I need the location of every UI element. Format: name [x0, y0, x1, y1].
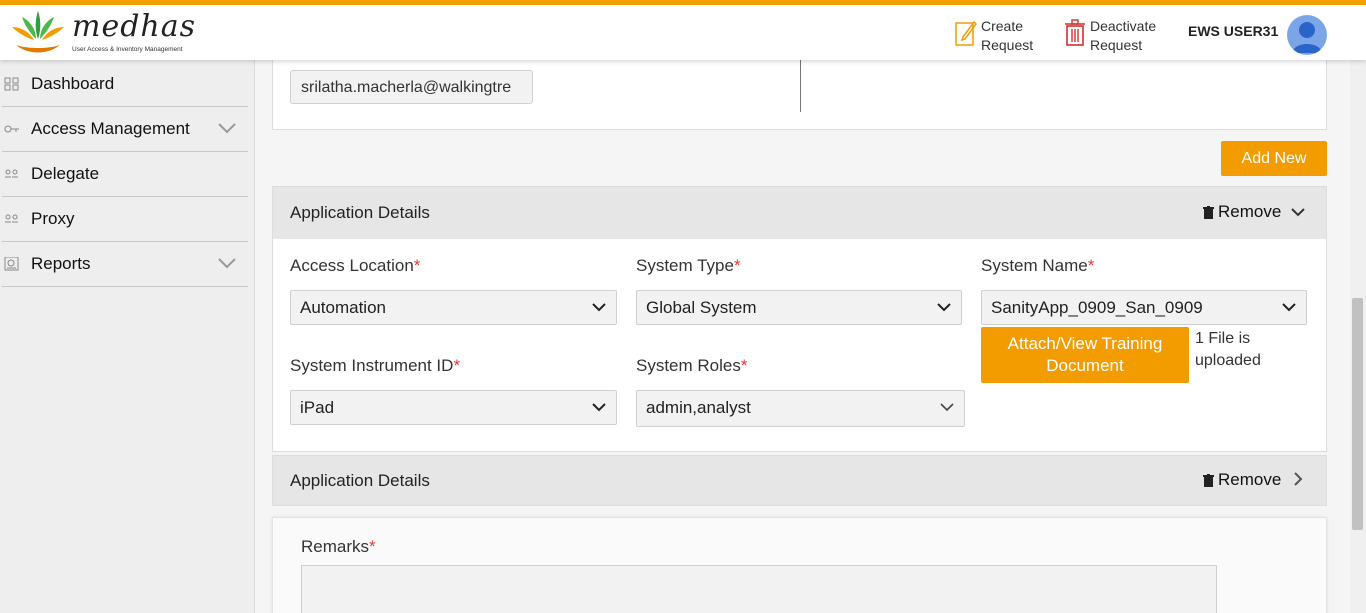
- remarks-textarea[interactable]: [301, 565, 1217, 613]
- key-icon: [4, 125, 19, 133]
- sidebar-item-access-management[interactable]: Access Management: [2, 107, 248, 152]
- trash-icon: [1203, 473, 1214, 487]
- label-text: System Name: [981, 256, 1088, 275]
- avatar[interactable]: [1287, 15, 1327, 55]
- divider: [800, 60, 801, 112]
- app-header: medhas User Access & Inventory Managemen…: [0, 5, 1366, 60]
- panel-header[interactable]: Application Details Remove: [273, 456, 1326, 505]
- required-mark: *: [740, 356, 748, 375]
- deactivate-request-label: Deactivate Request: [1090, 18, 1157, 53]
- email-field[interactable]: srilatha.macherla@walkingtre: [290, 70, 533, 104]
- sidebar-item-label: Dashboard: [31, 74, 115, 93]
- main-content: srilatha.macherla@walkingtre Add New App…: [256, 60, 1350, 613]
- trash-icon: [1065, 19, 1085, 46]
- remove-button[interactable]: Remove: [1203, 202, 1281, 222]
- chevron-down-icon: [1282, 303, 1296, 312]
- panel-title: Application Details: [290, 470, 430, 490]
- label-text: System Roles: [636, 356, 741, 375]
- sidebar: Dashboard Access Management Delegate Pro…: [0, 60, 255, 613]
- requester-card: srilatha.macherla@walkingtre: [272, 60, 1327, 130]
- chevron-down-icon: [937, 303, 951, 312]
- chevron-down-icon: [592, 403, 606, 412]
- remove-button[interactable]: Remove: [1203, 470, 1281, 490]
- deactivate-request-button[interactable]: Deactivate Request: [1064, 17, 1170, 55]
- sidebar-item-dashboard[interactable]: Dashboard: [2, 62, 248, 107]
- select-value: Automation: [300, 298, 386, 317]
- chevron-right-icon[interactable]: [1290, 471, 1306, 487]
- select-value: admin,analyst: [646, 398, 751, 417]
- sidebar-item-label: Delegate: [31, 164, 100, 183]
- create-request-label: Create Request: [981, 18, 1034, 53]
- label-text: System Instrument ID: [290, 356, 454, 375]
- medhas-logo[interactable]: medhas User Access & Inventory Managemen…: [10, 7, 195, 59]
- user-name[interactable]: EWS USER31: [1188, 23, 1278, 39]
- chevron-down-icon: [218, 258, 236, 269]
- sidebar-item-label: Access Management: [31, 119, 190, 138]
- access-location-label: Access Location*: [290, 256, 420, 276]
- required-mark: *: [453, 356, 461, 375]
- chevron-down-icon: [218, 123, 236, 134]
- system-name-label: System Name*: [981, 256, 1094, 276]
- label-text: Access Location: [290, 256, 414, 275]
- brand-name: medhas: [72, 9, 197, 44]
- required-mark: *: [1087, 256, 1095, 275]
- required-mark: *: [413, 256, 421, 275]
- chevron-down-icon: [592, 303, 606, 312]
- remove-label: Remove: [1218, 470, 1282, 489]
- select-value: Global System: [646, 298, 757, 317]
- remarks-label: Remarks*: [301, 537, 376, 557]
- system-instrument-id-label: System Instrument ID*: [290, 356, 460, 376]
- chevron-down-icon[interactable]: [1290, 204, 1306, 220]
- system-type-select[interactable]: Global System: [636, 290, 962, 325]
- label-text: Remarks: [301, 537, 370, 556]
- people-icon: [5, 214, 18, 223]
- sidebar-item-label: Reports: [31, 254, 91, 273]
- sidebar-item-label: Proxy: [31, 209, 75, 228]
- sidebar-item-proxy[interactable]: Proxy: [2, 197, 248, 242]
- system-roles-multiselect[interactable]: admin,analyst: [636, 390, 965, 427]
- select-value: iPad: [300, 398, 335, 417]
- application-details-panel-collapsed: Application Details Remove: [272, 455, 1327, 506]
- report-icon: [4, 257, 19, 271]
- create-request-button[interactable]: Create Request: [955, 17, 1061, 55]
- attach-training-document-button[interactable]: Attach/View Training Document: [981, 327, 1189, 383]
- remove-label: Remove: [1218, 202, 1282, 221]
- panel-header[interactable]: Application Details Remove: [273, 187, 1326, 239]
- access-location-select[interactable]: Automation: [290, 290, 617, 325]
- system-type-label: System Type*: [636, 256, 741, 276]
- application-details-panel: Application Details Remove Access Locati…: [272, 186, 1327, 452]
- people-icon: [5, 169, 18, 178]
- lotus-icon: [12, 11, 64, 53]
- add-new-button[interactable]: Add New: [1221, 141, 1327, 176]
- system-name-select[interactable]: SanityApp_0909_San_0909: [981, 290, 1307, 325]
- grid-icon: [4, 77, 19, 91]
- label-text: System Type: [636, 256, 734, 275]
- user-avatar-icon: [1292, 22, 1322, 53]
- scrollbar-thumb[interactable]: [1352, 298, 1363, 530]
- chevron-down-icon: [940, 403, 954, 412]
- required-mark: *: [369, 537, 376, 556]
- system-instrument-id-select[interactable]: iPad: [290, 390, 617, 425]
- system-roles-label: System Roles*: [636, 356, 748, 376]
- edit-document-icon: [955, 20, 977, 46]
- trash-icon: [1203, 205, 1214, 219]
- required-mark: *: [733, 256, 741, 275]
- brand-tagline: User Access & Inventory Management: [72, 46, 183, 53]
- remarks-section: Remarks*: [272, 517, 1327, 613]
- sidebar-item-delegate[interactable]: Delegate: [2, 152, 248, 197]
- panel-title: Application Details: [290, 203, 430, 222]
- select-value: SanityApp_0909_San_0909: [991, 298, 1203, 317]
- sidebar-item-reports[interactable]: Reports: [2, 242, 248, 287]
- file-upload-status: 1 File is uploaded: [1195, 330, 1261, 369]
